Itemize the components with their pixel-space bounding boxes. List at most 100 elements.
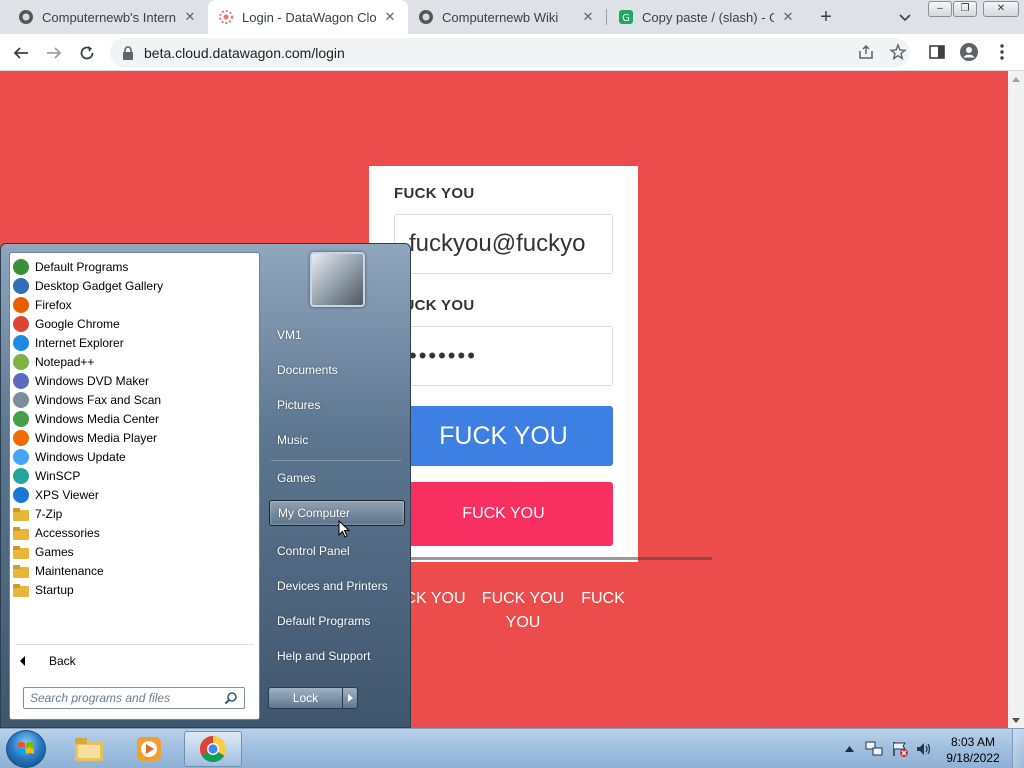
tab-computernewb-wiki[interactable]: Computernewb Wiki ✕ bbox=[408, 0, 606, 34]
tab-separator bbox=[606, 9, 607, 25]
back-arrow-icon[interactable] bbox=[9, 41, 33, 65]
start-item-games[interactable]: Games bbox=[269, 465, 405, 491]
program-item[interactable]: Notepad++ bbox=[13, 352, 94, 371]
program-item[interactable]: Maintenance bbox=[13, 561, 104, 580]
start-item-devices-printers[interactable]: Devices and Printers bbox=[269, 573, 405, 599]
chrome-icon bbox=[199, 735, 227, 763]
start-item-music[interactable]: Music bbox=[269, 427, 405, 453]
program-item[interactable]: Windows Media Player bbox=[13, 428, 157, 447]
program-item[interactable]: Internet Explorer bbox=[13, 333, 124, 352]
footer-link-3[interactable]: FUCK bbox=[578, 587, 628, 611]
start-menu-programs-pane: Default Programs Desktop Gadget Gallery Fi… bbox=[9, 252, 260, 720]
show-desktop-button[interactable] bbox=[1012, 729, 1024, 768]
mouse-cursor-icon bbox=[338, 519, 351, 539]
lock-icon[interactable] bbox=[122, 45, 136, 60]
program-item[interactable]: Windows Media Center bbox=[13, 409, 159, 428]
new-tab-button[interactable]: + bbox=[815, 6, 837, 28]
tab-search-chevron-icon[interactable] bbox=[895, 8, 915, 26]
program-item[interactable]: XPS Viewer bbox=[13, 485, 99, 504]
folder-icon bbox=[75, 738, 103, 761]
tab-close-icon[interactable]: ✕ bbox=[182, 9, 198, 25]
volume-icon[interactable] bbox=[914, 739, 934, 759]
program-label: Games bbox=[35, 544, 74, 559]
program-label: Windows Media Player bbox=[35, 430, 158, 445]
back-button[interactable]: Back bbox=[20, 652, 76, 670]
program-item[interactable]: Windows DVD Maker bbox=[13, 371, 149, 390]
vertical-scrollbar[interactable] bbox=[1008, 71, 1024, 729]
program-item[interactable]: Google Chrome bbox=[13, 314, 120, 333]
firefox-icon bbox=[13, 296, 29, 313]
taskbar-chrome[interactable] bbox=[184, 731, 242, 767]
datawagon-favicon-icon bbox=[218, 9, 234, 25]
program-item[interactable]: Desktop Gadget Gallery bbox=[13, 276, 163, 295]
program-item[interactable]: Startup bbox=[13, 580, 74, 599]
lock-button[interactable]: Lock bbox=[268, 687, 343, 709]
system-clock[interactable]: 8:03 AM 9/18/2022 bbox=[938, 734, 1008, 766]
program-label: Windows Update bbox=[35, 449, 126, 464]
secondary-action-button[interactable]: FUCK YOU bbox=[394, 482, 613, 546]
taskbar-media-player[interactable] bbox=[120, 731, 178, 767]
ie-icon bbox=[13, 334, 29, 351]
program-item[interactable]: Firefox bbox=[13, 295, 72, 314]
start-button[interactable] bbox=[6, 730, 46, 768]
forward-arrow-icon[interactable] bbox=[42, 41, 66, 65]
profile-avatar-icon[interactable] bbox=[959, 42, 979, 62]
program-item[interactable]: Accessories bbox=[13, 523, 100, 542]
tray-expand-icon[interactable] bbox=[843, 739, 855, 759]
search-programs-input[interactable]: Search programs and files bbox=[23, 687, 245, 709]
footer-link-2[interactable]: FUCK YOU YOU bbox=[476, 587, 570, 635]
action-center-icon[interactable] bbox=[890, 739, 910, 759]
program-label: 7-Zip bbox=[35, 506, 63, 521]
program-item[interactable]: Windows Fax and Scan bbox=[13, 390, 161, 409]
maximize-button[interactable]: ❐ bbox=[953, 1, 977, 17]
shutdown-options-button[interactable] bbox=[342, 687, 358, 709]
bookmark-star-icon[interactable] bbox=[888, 42, 908, 62]
user-avatar[interactable] bbox=[310, 252, 365, 307]
scroll-up-arrow-icon[interactable] bbox=[1012, 77, 1020, 82]
start-item-my-computer[interactable]: My Computer bbox=[269, 500, 405, 526]
share-icon[interactable] bbox=[856, 42, 876, 62]
url-text: beta.cloud.datawagon.com/login bbox=[144, 44, 345, 61]
start-item-documents[interactable]: Documents bbox=[269, 357, 405, 383]
media-player-icon bbox=[13, 429, 29, 446]
start-item-control-panel[interactable]: Control Panel bbox=[269, 538, 405, 564]
folder-icon bbox=[13, 544, 29, 560]
start-item-help-support[interactable]: Help and Support bbox=[269, 643, 405, 669]
start-item-default-programs[interactable]: Default Programs bbox=[269, 608, 405, 634]
start-item-pictures[interactable]: Pictures bbox=[269, 392, 405, 418]
taskbar: 8:03 AM 9/18/2022 bbox=[0, 728, 1024, 768]
tab-login-datawagon[interactable]: Login - DataWagon Cloud ✕ bbox=[208, 0, 408, 34]
password-field[interactable]: ••••••• bbox=[394, 326, 613, 386]
menu-kebab-icon[interactable] bbox=[992, 42, 1012, 62]
program-item[interactable]: WinSCP bbox=[13, 466, 80, 485]
tab-copy-paste-glyph[interactable]: G Copy paste / (slash) - Gly ✕ bbox=[608, 0, 806, 34]
address-bar[interactable]: beta.cloud.datawagon.com/login bbox=[110, 38, 910, 67]
program-label: Maintenance bbox=[35, 563, 104, 578]
minimize-button[interactable]: – bbox=[928, 1, 952, 17]
tab-computernewb-internet[interactable]: Computernewb's Internet ✕ bbox=[8, 0, 208, 34]
gadget-icon bbox=[13, 277, 29, 294]
footer-link-2-line2: YOU bbox=[505, 614, 541, 631]
reload-icon[interactable] bbox=[75, 41, 99, 65]
tab-close-icon[interactable]: ✕ bbox=[780, 9, 796, 25]
tab-close-icon[interactable]: ✕ bbox=[382, 9, 398, 25]
program-item[interactable]: Default Programs bbox=[13, 257, 128, 276]
tab-close-icon[interactable]: ✕ bbox=[580, 9, 596, 25]
program-item[interactable]: 7-Zip bbox=[13, 504, 62, 523]
winscp-icon bbox=[13, 467, 29, 484]
chrome-icon bbox=[13, 315, 29, 332]
program-label: XPS Viewer bbox=[35, 487, 99, 502]
network-icon[interactable] bbox=[864, 739, 884, 759]
search-placeholder: Search programs and files bbox=[30, 691, 171, 705]
close-window-button[interactable]: ✕ bbox=[983, 1, 1019, 17]
start-item-vm1[interactable]: VM1 bbox=[269, 322, 405, 348]
program-item[interactable]: Windows Update bbox=[13, 447, 126, 466]
email-field[interactable]: fuckyou@fuckyo bbox=[394, 214, 613, 274]
back-arrow-icon bbox=[20, 656, 25, 666]
program-item[interactable]: Games bbox=[13, 542, 74, 561]
login-submit-button[interactable]: FUCK YOU bbox=[394, 406, 613, 466]
taskbar-explorer[interactable] bbox=[60, 731, 118, 767]
side-panel-icon[interactable] bbox=[927, 42, 947, 62]
browser-toolbar: beta.cloud.datawagon.com/login bbox=[0, 34, 1024, 71]
scroll-down-arrow-icon[interactable] bbox=[1012, 718, 1020, 723]
